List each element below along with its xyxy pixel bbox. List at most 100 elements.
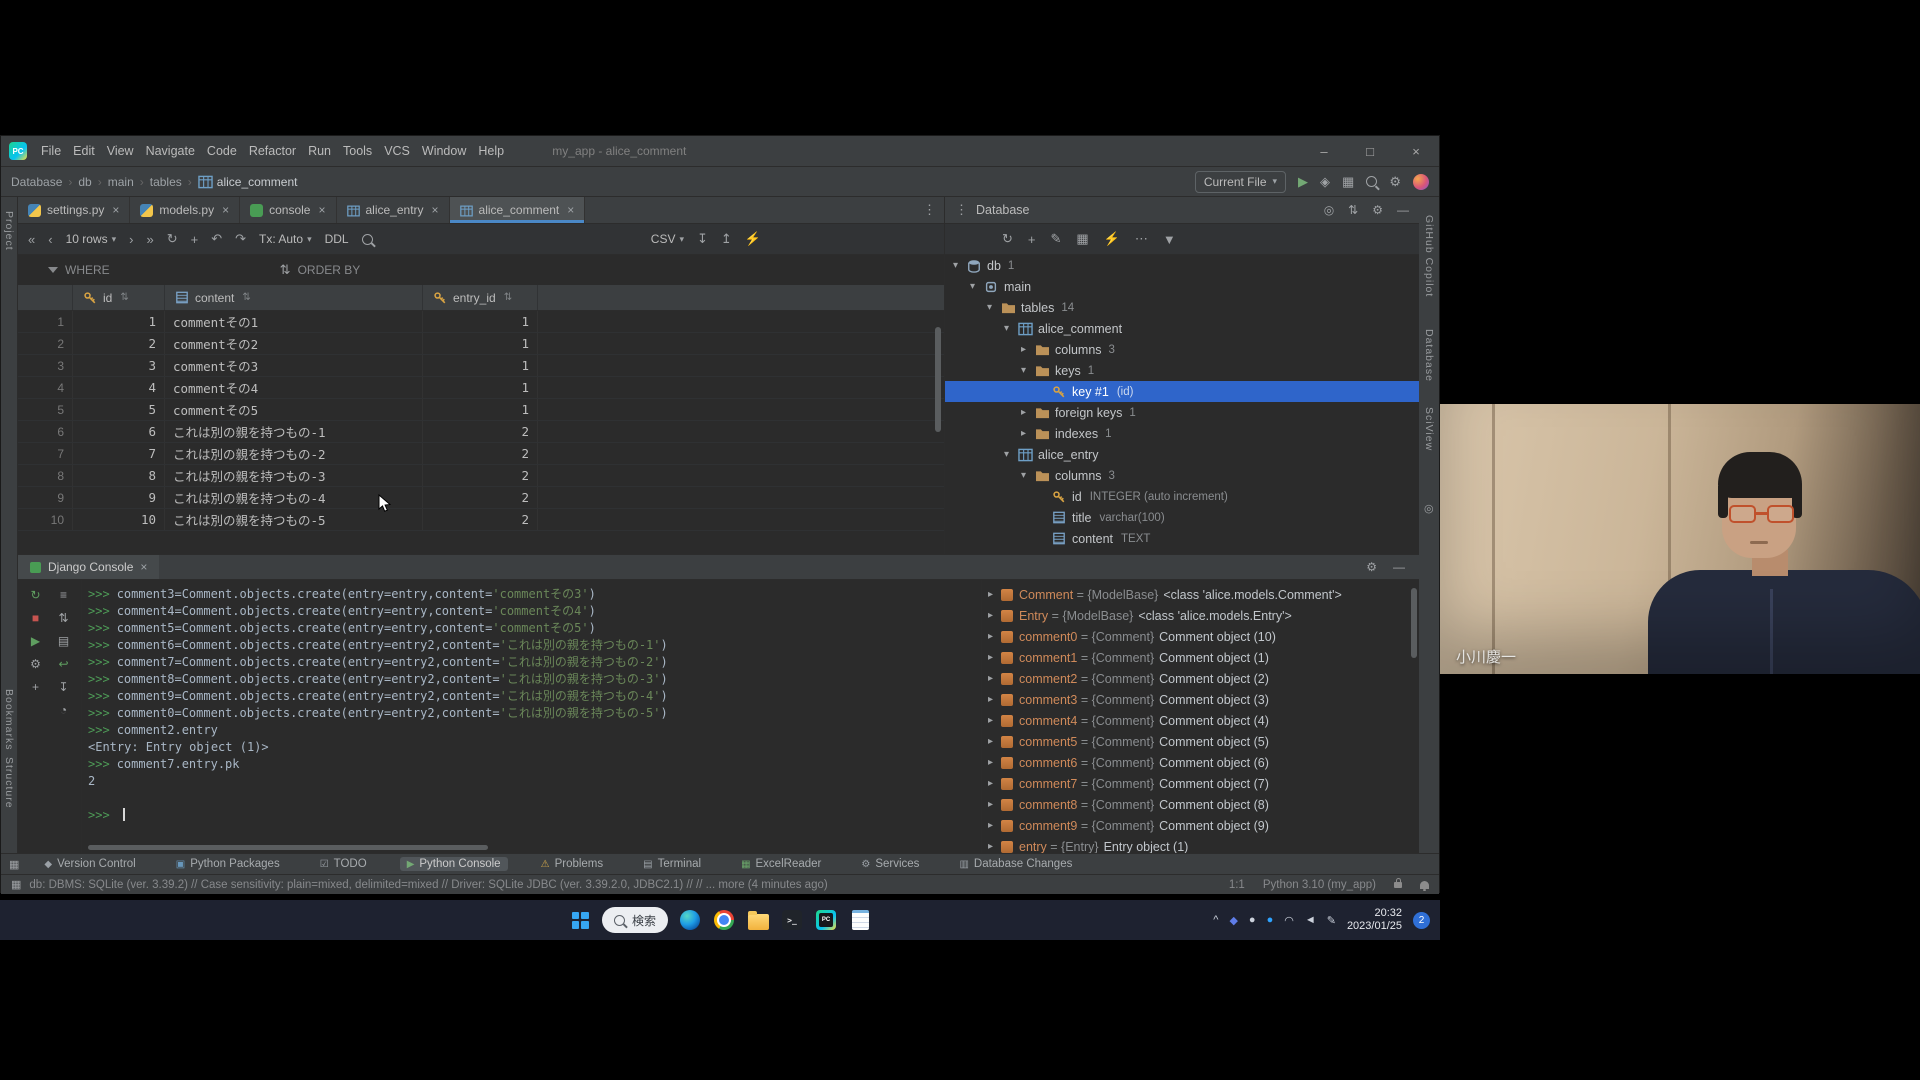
settings-icon[interactable]: ⚙: [1389, 174, 1401, 190]
sidebar-item-bookmarks[interactable]: Bookmarks: [3, 689, 15, 751]
breadcrumb-tables[interactable]: tables: [150, 175, 182, 189]
expand-icon[interactable]: ▸: [988, 799, 1001, 810]
tool-window-switcher-icon[interactable]: ▦: [9, 858, 19, 871]
avatar[interactable]: [1413, 174, 1429, 190]
breadcrumb-db[interactable]: db: [78, 175, 91, 189]
toolwindow-python-console[interactable]: ▶Python Console: [400, 857, 508, 871]
debug-icon[interactable]: ◈: [1320, 174, 1330, 190]
tab-models-py[interactable]: models.py×: [130, 197, 240, 223]
run-config-select[interactable]: Current File▾: [1195, 171, 1286, 193]
table-row[interactable]: 11commentその11: [18, 311, 944, 333]
tree-item-main[interactable]: ▾main: [945, 276, 1419, 297]
taskbar-chrome-icon[interactable]: [712, 908, 736, 932]
rerun-icon[interactable]: ↻: [30, 588, 40, 602]
console-minimize-icon[interactable]: —: [1393, 560, 1405, 574]
table-row[interactable]: 1010これは別の親を持つもの-52: [18, 509, 944, 531]
sidebar-item-structure[interactable]: Structure: [3, 757, 15, 809]
table-view-icon[interactable]: ▦: [1076, 231, 1088, 247]
tree-item-content[interactable]: contentTEXT: [945, 528, 1419, 549]
menu-file[interactable]: File: [35, 136, 67, 166]
settings-icon[interactable]: ⚙: [1372, 203, 1383, 217]
column-header-content[interactable]: content⇅: [165, 285, 423, 310]
layout-icon[interactable]: ▦: [11, 878, 21, 891]
tree-item-title[interactable]: titlevarchar(100): [945, 507, 1419, 528]
close-console-tab-icon[interactable]: ×: [140, 560, 147, 574]
variable-row[interactable]: ▸Entry = {ModelBase}<class 'alice.models…: [982, 605, 1419, 626]
taskbar-explorer-icon[interactable]: [746, 908, 770, 932]
expand-icon[interactable]: ▸: [988, 652, 1001, 663]
teams-icon[interactable]: ●: [1267, 914, 1274, 926]
minimize-button[interactable]: –: [1301, 136, 1347, 167]
ddl-button[interactable]: DDL: [325, 232, 349, 246]
toolwindow-todo[interactable]: ☑TODO: [313, 857, 374, 871]
tx-mode-select[interactable]: Tx: Auto▾: [259, 232, 312, 246]
first-page-icon[interactable]: «: [28, 232, 35, 247]
soft-wrap-icon[interactable]: ↩: [58, 657, 68, 671]
caret-position[interactable]: 1:1: [1229, 879, 1245, 891]
menu-code[interactable]: Code: [201, 136, 243, 166]
tree-item-db[interactable]: ▾db1: [945, 255, 1419, 276]
toolwindow-version-control[interactable]: ◆Version Control: [37, 857, 142, 871]
csv-format-select[interactable]: CSV▾: [651, 232, 684, 246]
expand-icon[interactable]: ▸: [988, 820, 1001, 831]
history-icon[interactable]: ◔: [60, 703, 67, 717]
sort-icon[interactable]: ⇅: [58, 611, 68, 625]
variable-row[interactable]: ▸comment6 = {Comment}Comment object (6): [982, 752, 1419, 773]
export-icon[interactable]: ↧: [697, 231, 708, 247]
variable-row[interactable]: ▸entry = {Entry}Entry object (1): [982, 836, 1419, 854]
scroll-end-icon[interactable]: ↧: [58, 680, 68, 694]
breadcrumb-main[interactable]: main: [108, 175, 134, 189]
tray-expand-icon[interactable]: ^: [1213, 914, 1218, 926]
toolwindow-excelreader[interactable]: ▦ExcelReader: [734, 857, 828, 871]
expand-icon[interactable]: ▸: [988, 673, 1001, 684]
tree-item-alice-comment[interactable]: ▾alice_comment: [945, 318, 1419, 339]
tab-settings-py[interactable]: settings.py×: [18, 197, 130, 223]
next-page-icon[interactable]: ›: [129, 232, 133, 247]
expand-icon[interactable]: ▸: [988, 841, 1001, 852]
close-tab-icon[interactable]: ×: [318, 203, 325, 217]
run-icon[interactable]: ⚡: [1104, 231, 1120, 247]
search-icon[interactable]: [362, 234, 373, 245]
wifi-icon[interactable]: ◠: [1284, 914, 1294, 927]
run-icon[interactable]: ▶: [1298, 174, 1308, 190]
variable-row[interactable]: ▸Comment = {ModelBase}<class 'alice.mode…: [982, 584, 1419, 605]
expanded-icon[interactable]: ▾: [1004, 449, 1018, 460]
sync-icon[interactable]: ↻: [1002, 231, 1013, 247]
redo-icon[interactable]: ↷: [235, 231, 246, 247]
breadcrumb-alice-comment[interactable]: alice_comment: [198, 175, 298, 189]
expand-icon[interactable]: ▸: [988, 589, 1001, 600]
menu-help[interactable]: Help: [472, 136, 510, 166]
variable-row[interactable]: ▸comment7 = {Comment}Comment object (7): [982, 773, 1419, 794]
notifications-icon[interactable]: [1420, 881, 1429, 889]
taskbar-notepad-icon[interactable]: [848, 908, 872, 932]
toolwindow-python-packages[interactable]: ▣Python Packages: [169, 857, 287, 871]
variable-row[interactable]: ▸comment1 = {Comment}Comment object (1): [982, 647, 1419, 668]
sidebar-item-github-copilot[interactable]: GitHub Copilot: [1423, 215, 1435, 297]
variable-row[interactable]: ▸comment3 = {Comment}Comment object (3): [982, 689, 1419, 710]
table-scrollbar[interactable]: [935, 327, 941, 432]
variable-row[interactable]: ▸comment4 = {Comment}Comment object (4): [982, 710, 1419, 731]
taskbar-clock[interactable]: 20:32 2023/01/25: [1347, 907, 1402, 933]
table-row[interactable]: 22commentその21: [18, 333, 944, 355]
tree-item-columns[interactable]: ▸columns3: [945, 339, 1419, 360]
edit-icon[interactable]: ✎: [1051, 231, 1062, 247]
collapsed-icon[interactable]: ▸: [1021, 344, 1035, 355]
tree-item-tables[interactable]: ▾tables14: [945, 297, 1419, 318]
variable-row[interactable]: ▸comment9 = {Comment}Comment object (9): [982, 815, 1419, 836]
notification-badge[interactable]: 2: [1413, 912, 1430, 929]
toolwindow-terminal[interactable]: ▤Terminal: [636, 857, 708, 871]
flash-icon[interactable]: ⚡: [745, 231, 761, 247]
console-scrollbar[interactable]: [88, 845, 488, 850]
variable-row[interactable]: ▸comment8 = {Comment}Comment object (8): [982, 794, 1419, 815]
table-row[interactable]: 88これは別の親を持つもの-32: [18, 465, 944, 487]
close-button[interactable]: ×: [1393, 136, 1439, 167]
tree-item-columns[interactable]: ▾columns3: [945, 465, 1419, 486]
taskbar-edge-icon[interactable]: [678, 908, 702, 932]
panel-kebab-icon[interactable]: ⋮: [955, 202, 968, 218]
expand-icon[interactable]: ▸: [988, 715, 1001, 726]
table-row[interactable]: 55commentその51: [18, 399, 944, 421]
expand-icon[interactable]: ▸: [988, 757, 1001, 768]
table-row[interactable]: 77これは別の親を持つもの-22: [18, 443, 944, 465]
menu-navigate[interactable]: Navigate: [140, 136, 201, 166]
sort-icon[interactable]: ⇅: [120, 292, 128, 303]
